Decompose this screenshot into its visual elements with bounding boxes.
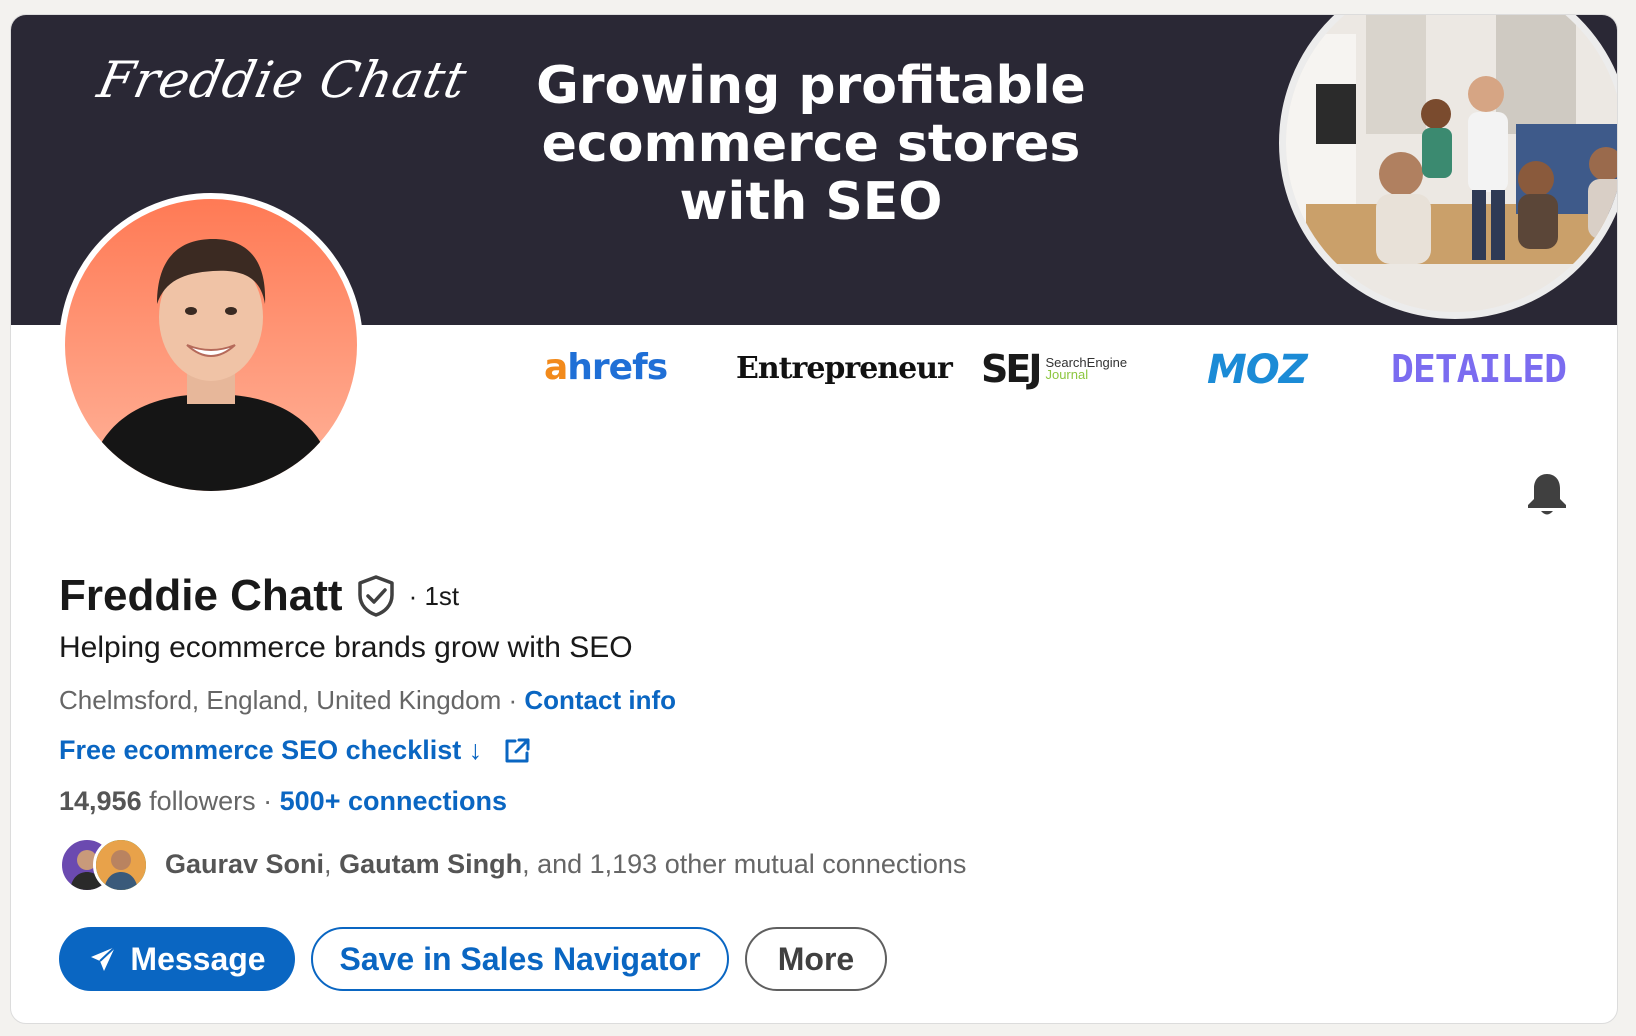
followers-label: followers <box>141 786 256 816</box>
mutual-rest: , and 1,193 other mutual connections <box>522 848 967 879</box>
location-separator: · <box>501 685 525 715</box>
paper-plane-icon <box>91 946 117 971</box>
avatar-portrait <box>85 239 337 491</box>
followers-count: 14,956 <box>59 786 142 816</box>
detailed-logo: DETAILED <box>1391 347 1567 391</box>
sej-logo-letters: SEJ <box>981 347 1042 391</box>
mutual-connections-row[interactable]: Gaurav Soni, Gautam Singh, and 1,193 oth… <box>59 835 966 893</box>
mutual-avatar[interactable] <box>93 837 149 893</box>
banner-signature: Freddie Chatt <box>92 51 473 109</box>
entrepreneur-logo: Entrepreneur <box>736 351 953 386</box>
verified-shield-icon[interactable] <box>357 575 395 617</box>
banner-headline: Growing profitable ecommerce stores with… <box>491 57 1131 231</box>
profile-card: Freddie Chatt Growing profitable ecommer… <box>10 14 1618 1024</box>
mutual-separator: , <box>324 848 340 879</box>
message-button[interactable]: Message <box>59 927 295 991</box>
profile-actions: Message Save in Sales Navigator More <box>59 927 887 991</box>
mutual-avatars[interactable] <box>59 835 155 893</box>
followers-row: 14,956 followers · 500+ connections <box>59 786 507 817</box>
external-link-icon[interactable] <box>502 736 532 766</box>
connections-link[interactable]: 500+ connections <box>280 786 507 816</box>
notification-bell-icon[interactable] <box>1525 471 1569 517</box>
website-row[interactable]: Free ecommerce SEO checklist ↓ <box>59 735 532 766</box>
moz-logo: MOZ <box>1207 347 1308 393</box>
profile-location: Chelmsford, England, United Kingdom <box>59 685 502 715</box>
location-row: Chelmsford, England, United Kingdom · Co… <box>59 685 676 716</box>
save-in-sales-navigator-button[interactable]: Save in Sales Navigator <box>311 927 729 991</box>
team-photo-illustration <box>1286 15 1617 312</box>
sej-logo-journal: Journal <box>1045 367 1089 382</box>
ahrefs-logo-a: a <box>544 347 568 388</box>
ahrefs-logo: ahrefs <box>544 347 668 388</box>
profile-headline: Helping ecommerce brands grow with SEO <box>59 631 633 664</box>
contact-info-link[interactable]: Contact info <box>524 685 676 715</box>
profile-name: Freddie Chatt <box>59 571 343 620</box>
banner-headline-line: ecommerce stores <box>541 114 1081 174</box>
banner-headline-line: with SEO <box>679 172 943 232</box>
message-button-label: Message <box>130 940 266 977</box>
mutual-name[interactable]: Gaurav Soni <box>165 849 324 879</box>
connection-degree: · 1st <box>408 580 460 611</box>
mutual-connections-text[interactable]: Gaurav Soni, Gautam Singh, and 1,193 oth… <box>165 849 966 880</box>
profile-name-row: Freddie Chatt · 1st <box>59 571 459 621</box>
connections-separator: · <box>255 786 280 816</box>
ahrefs-logo-rest: hrefs <box>567 347 668 388</box>
mutual-name[interactable]: Gautam Singh <box>339 849 522 879</box>
more-button[interactable]: More <box>745 927 887 991</box>
sej-logo-subtitle: SearchEngine Journal <box>1045 356 1127 382</box>
profile-avatar[interactable] <box>59 193 363 497</box>
banner-headline-line: Growing profitable <box>536 56 1086 116</box>
sej-logo: SEJ SearchEngine Journal <box>981 347 1127 391</box>
banner-team-photo <box>1279 15 1617 319</box>
website-link[interactable]: Free ecommerce SEO checklist ↓ <box>59 735 482 766</box>
